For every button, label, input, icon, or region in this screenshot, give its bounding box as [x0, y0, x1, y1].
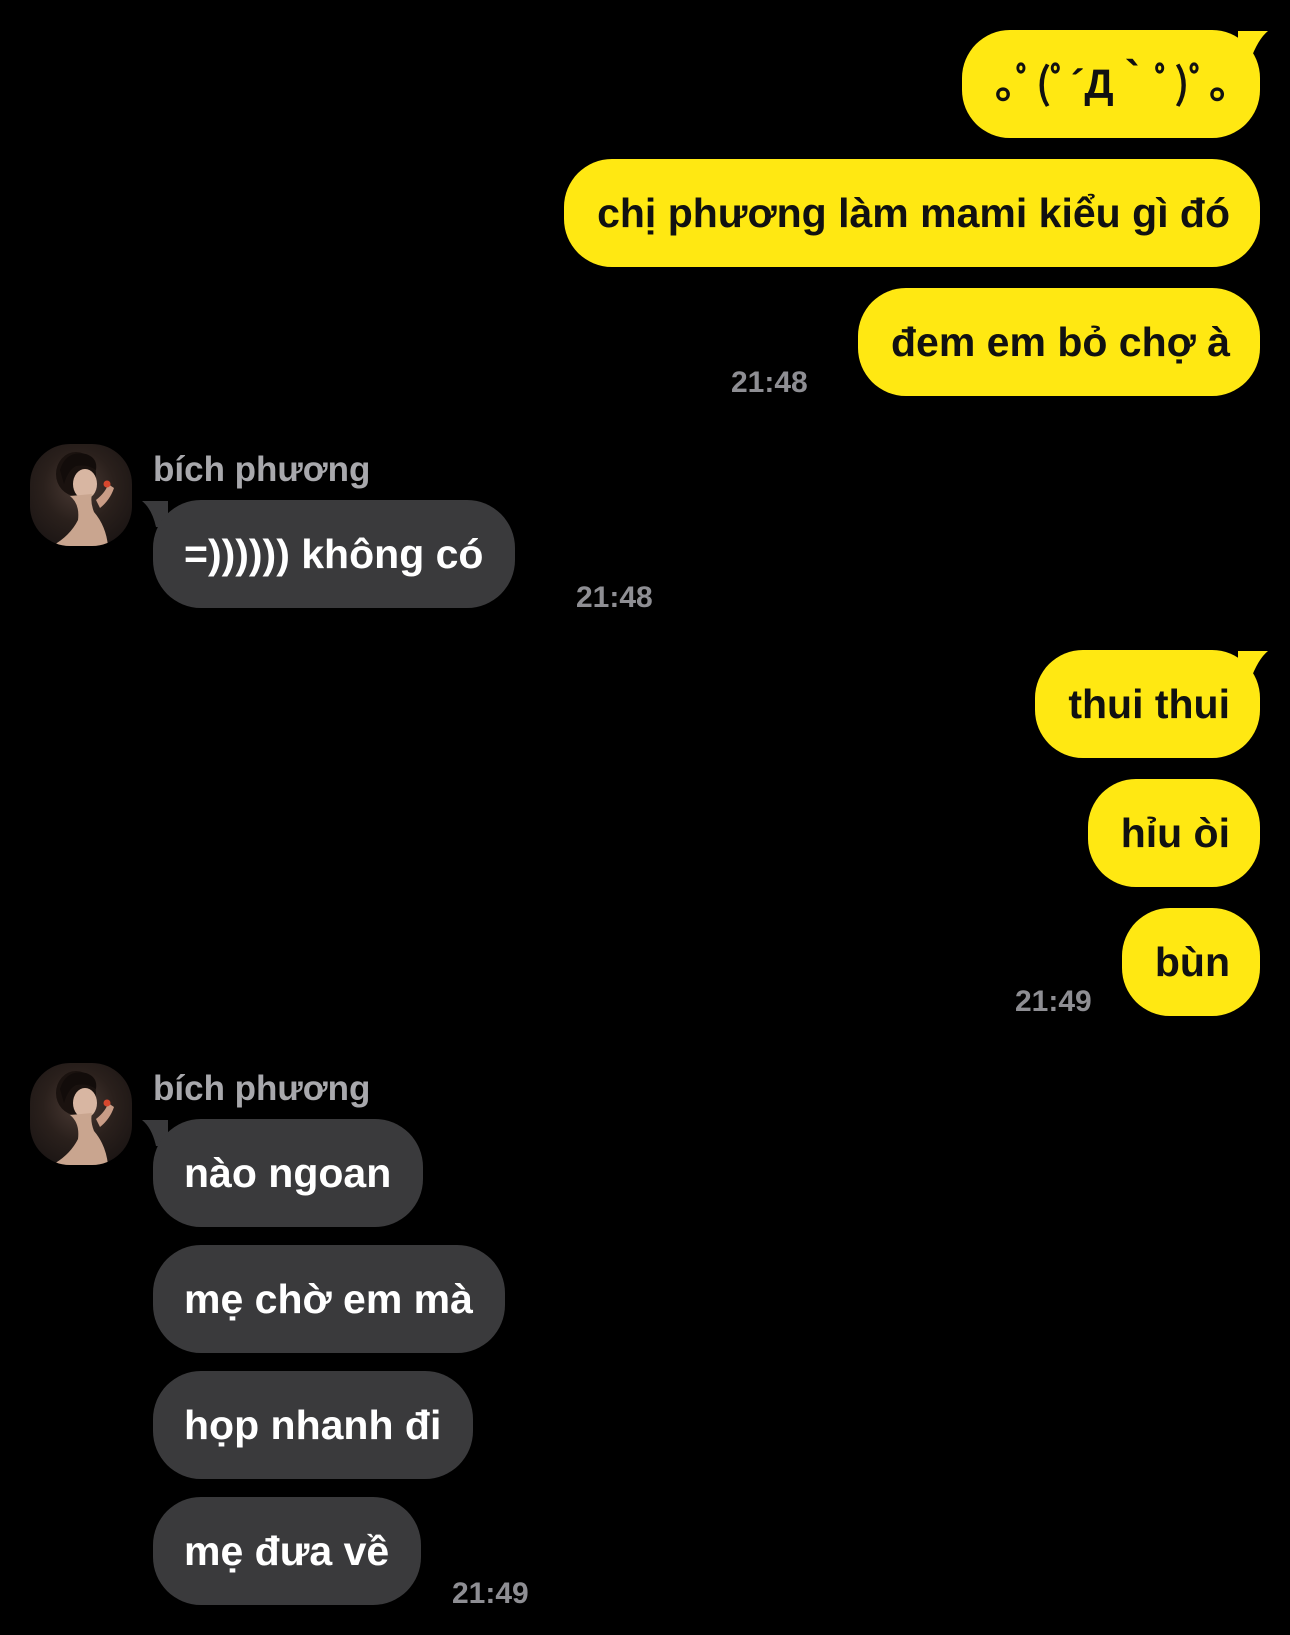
outgoing-message[interactable]: thui thui — [1035, 650, 1260, 758]
chat-thread: ｡ﾟ(ﾟ´Д｀ﾟ)ﾟ｡ chị phương làm mami kiểu gì … — [0, 0, 1290, 1635]
contact-avatar-photo-icon — [52, 1071, 114, 1165]
incoming-message[interactable]: mẹ chờ em mà — [153, 1245, 505, 1353]
incoming-message[interactable]: họp nhanh đi — [153, 1371, 474, 1479]
message-timestamp: 21:48 — [731, 366, 808, 399]
message-timestamp: 21:48 — [576, 581, 653, 614]
message-timestamp: 21:49 — [1015, 985, 1092, 1018]
incoming-message[interactable]: mẹ đưa về — [153, 1497, 422, 1605]
incoming-message[interactable]: =)))))) không có — [153, 500, 516, 608]
contact-avatar-photo-icon — [52, 452, 114, 546]
outgoing-message[interactable]: chị phương làm mami kiểu gì đó — [564, 159, 1260, 267]
contact-avatar[interactable] — [30, 1063, 132, 1165]
contact-avatar[interactable] — [30, 444, 132, 546]
outgoing-message[interactable]: bùn — [1121, 908, 1260, 1016]
message-timestamp: 21:49 — [452, 1577, 529, 1610]
outgoing-message[interactable]: ｡ﾟ(ﾟ´Д｀ﾟ)ﾟ｡ — [962, 30, 1260, 138]
outgoing-message[interactable]: đem em bỏ chợ à — [857, 288, 1260, 396]
sender-name: bích phương — [153, 1069, 371, 1108]
outgoing-message[interactable]: hỉu òi — [1087, 779, 1260, 887]
incoming-message[interactable]: nào ngoan — [153, 1119, 424, 1227]
sender-name: bích phương — [153, 450, 371, 489]
